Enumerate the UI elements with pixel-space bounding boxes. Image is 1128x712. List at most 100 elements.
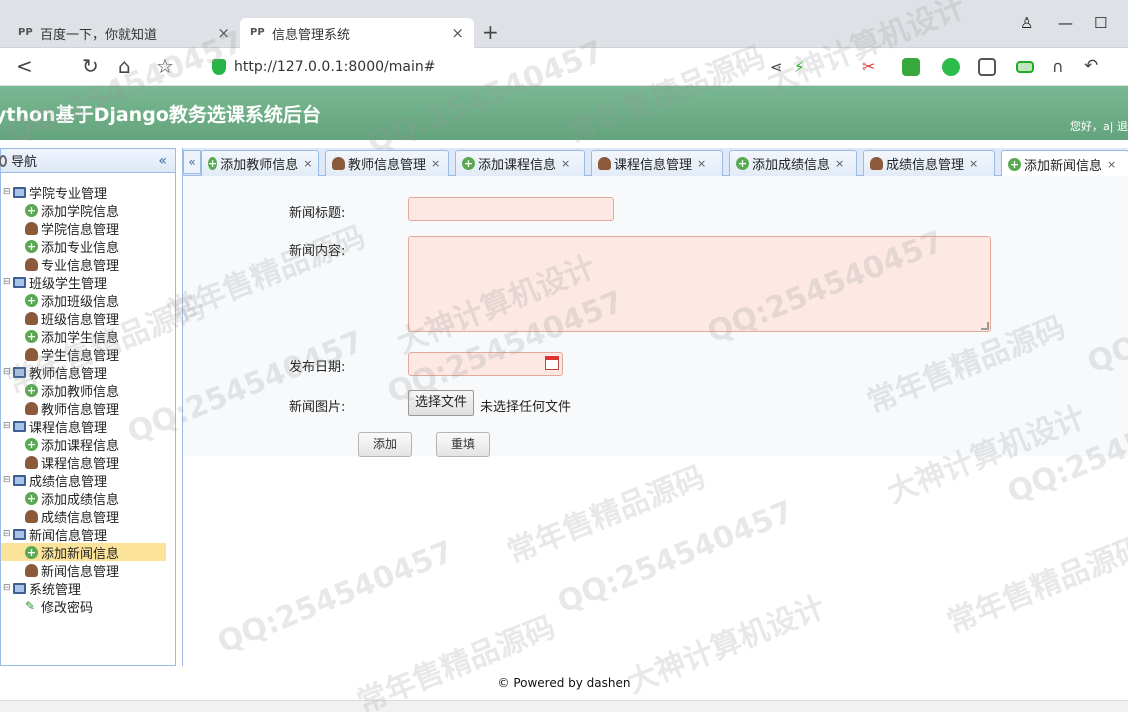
home-icon[interactable]: ⌂: [118, 54, 131, 78]
nav-item-label: 成绩信息管理: [41, 510, 120, 526]
nav-item-label: 教师信息管理: [41, 402, 120, 418]
nav-item[interactable]: + 添加专业信息: [1, 237, 175, 256]
nav-item[interactable]: + 添加学生信息: [1, 327, 175, 346]
back-icon[interactable]: <: [16, 54, 33, 78]
close-tab-icon[interactable]: ×: [697, 157, 706, 170]
nav-group[interactable]: ⊟ 班级学生管理: [1, 273, 175, 292]
nav-item-label: 班级信息管理: [41, 312, 120, 328]
expand-toggle-icon[interactable]: ⊟: [3, 583, 11, 593]
nav-group-label: 班级学生管理: [29, 276, 108, 292]
battery-icon[interactable]: [1016, 61, 1034, 73]
share-icon[interactable]: ⋖: [770, 58, 783, 76]
date-input[interactable]: [408, 352, 563, 376]
scissors-icon[interactable]: ✂: [862, 57, 875, 76]
reload-icon[interactable]: ↻: [82, 54, 99, 78]
nav-item[interactable]: 教师信息管理: [1, 399, 175, 418]
close-tab-icon[interactable]: ×: [835, 157, 844, 170]
submit-button[interactable]: 添加: [358, 432, 412, 457]
star-icon[interactable]: ☆: [156, 54, 174, 78]
close-tab-icon[interactable]: ×: [969, 157, 978, 170]
panel-tab[interactable]: 教师信息管理 ×: [325, 150, 449, 176]
nav-item[interactable]: 成绩信息管理: [1, 507, 175, 526]
content-textarea[interactable]: [408, 236, 991, 332]
nav-item[interactable]: + 添加新闻信息: [1, 543, 166, 562]
nav-group[interactable]: ⊟ 系统管理: [1, 579, 175, 598]
new-tab-icon[interactable]: +: [482, 20, 499, 44]
minimize-icon[interactable]: —: [1058, 14, 1073, 32]
nav-item[interactable]: 新闻信息管理: [1, 561, 175, 580]
add-icon: +: [25, 545, 38, 559]
tab-scroll-left-icon[interactable]: «: [183, 150, 201, 174]
folder-computer-icon: [13, 186, 26, 198]
lightning-icon[interactable]: ⚡: [794, 58, 805, 76]
panel-tab[interactable]: 课程信息管理 ×: [591, 150, 723, 176]
close-tab-icon[interactable]: ×: [1107, 158, 1116, 171]
user-icon: [25, 311, 38, 325]
user-icon: [332, 157, 345, 170]
folder-computer-icon: [13, 582, 26, 594]
undo-icon[interactable]: ↶: [1084, 56, 1098, 76]
panel-tab[interactable]: 成绩信息管理 ×: [863, 150, 995, 176]
folder-computer-icon: [13, 528, 26, 540]
expand-toggle-icon[interactable]: ⊟: [3, 367, 11, 377]
panel-tab-strip: « + 添加教师信息 × 教师信息管理 × + 添加课程信息 × 课程信息管理 × + 添加成绩信息 ×…: [183, 148, 1128, 177]
browser-status-bar: [0, 700, 1128, 712]
panel-tab[interactable]: + 添加教师信息 ×: [201, 150, 319, 176]
nav-item[interactable]: 学生信息管理: [1, 345, 175, 364]
nav-item-label: 课程信息管理: [41, 456, 120, 472]
nav-item-label: 添加教师信息: [41, 384, 120, 400]
shield-ext-icon[interactable]: [902, 58, 920, 76]
nav-item[interactable]: 班级信息管理: [1, 309, 175, 328]
choose-file-button[interactable]: 选择文件: [408, 390, 475, 416]
nav-item-label: 添加学生信息: [41, 330, 120, 346]
nav-item[interactable]: + 添加成绩信息: [1, 489, 175, 508]
nav-item[interactable]: + 添加教师信息: [1, 381, 175, 400]
apps-icon[interactable]: [978, 58, 996, 76]
expand-toggle-icon[interactable]: ⊟: [3, 421, 11, 431]
browser-tab-baidu[interactable]: PP 百度一下，你就知道 ×: [8, 18, 240, 48]
expand-toggle-icon[interactable]: ⊟: [3, 475, 11, 485]
title-input[interactable]: [408, 197, 614, 221]
folder-computer-icon: [13, 276, 26, 288]
browser-tab-active[interactable]: PP 信息管理系统 ×: [240, 18, 474, 48]
nav-item[interactable]: + 添加课程信息: [1, 435, 175, 454]
nav-item[interactable]: ✎ 修改密码: [1, 597, 175, 616]
left-navigation: 导航 « ⊟ 学院专业管理 + 添加学院信息 学院信息管理 + 添加专业信息 专业信息管理 ⊟ 班…: [0, 148, 176, 666]
browser-tab-bar: PP 百度一下，你就知道 × PP 信息管理系统 × + ♙ — ☐: [0, 0, 1128, 48]
panel-tab[interactable]: + 添加成绩信息 ×: [729, 150, 857, 176]
url-field[interactable]: http://127.0.0.1:8000/main#: [212, 54, 832, 80]
collapse-icon[interactable]: «: [158, 153, 167, 169]
welcome-text[interactable]: 您好，a| 退: [1070, 118, 1128, 134]
nav-item[interactable]: 课程信息管理: [1, 453, 175, 472]
close-tab-icon[interactable]: ×: [451, 24, 464, 42]
shirt-icon[interactable]: ♙: [1020, 14, 1033, 32]
expand-toggle-icon[interactable]: ⊟: [3, 277, 11, 287]
nav-item[interactable]: + 添加学院信息: [1, 201, 175, 220]
nav-group[interactable]: ⊟ 教师信息管理: [1, 363, 175, 382]
nav-item[interactable]: 学院信息管理: [1, 219, 175, 238]
calendar-icon[interactable]: [545, 356, 559, 370]
nav-group[interactable]: ⊟ 学院专业管理: [1, 183, 175, 202]
close-tab-icon[interactable]: ×: [561, 157, 570, 170]
panel-tab[interactable]: + 添加新闻信息 ×: [1001, 150, 1128, 177]
headphones-icon[interactable]: ∩: [1052, 57, 1064, 76]
close-tab-icon[interactable]: ×: [303, 157, 312, 170]
nav-group[interactable]: ⊟ 成绩信息管理: [1, 471, 175, 490]
nav-group[interactable]: ⊟ 课程信息管理: [1, 417, 175, 436]
maximize-icon[interactable]: ☐: [1094, 14, 1107, 32]
panel-tab[interactable]: + 添加课程信息 ×: [455, 150, 585, 176]
reset-button[interactable]: 重填: [436, 432, 490, 457]
close-tab-icon[interactable]: ×: [217, 24, 230, 42]
favicon-icon: PP: [250, 27, 265, 38]
chat-ext-icon[interactable]: [942, 58, 960, 76]
nav-group[interactable]: ⊟ 新闻信息管理: [1, 525, 175, 544]
nav-group-label: 成绩信息管理: [29, 474, 108, 490]
add-icon: +: [25, 437, 38, 451]
user-icon: [25, 563, 38, 577]
expand-toggle-icon[interactable]: ⊟: [3, 187, 11, 197]
resize-handle-icon[interactable]: [981, 322, 989, 330]
nav-item[interactable]: 专业信息管理: [1, 255, 175, 274]
expand-toggle-icon[interactable]: ⊟: [3, 529, 11, 539]
close-tab-icon[interactable]: ×: [431, 157, 440, 170]
nav-item[interactable]: + 添加班级信息: [1, 291, 175, 310]
